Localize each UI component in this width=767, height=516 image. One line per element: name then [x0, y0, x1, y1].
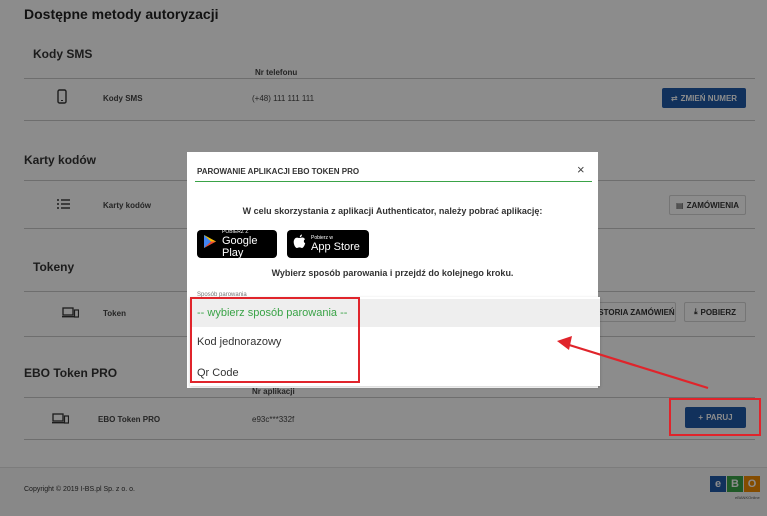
annotation-arrow [557, 336, 709, 390]
